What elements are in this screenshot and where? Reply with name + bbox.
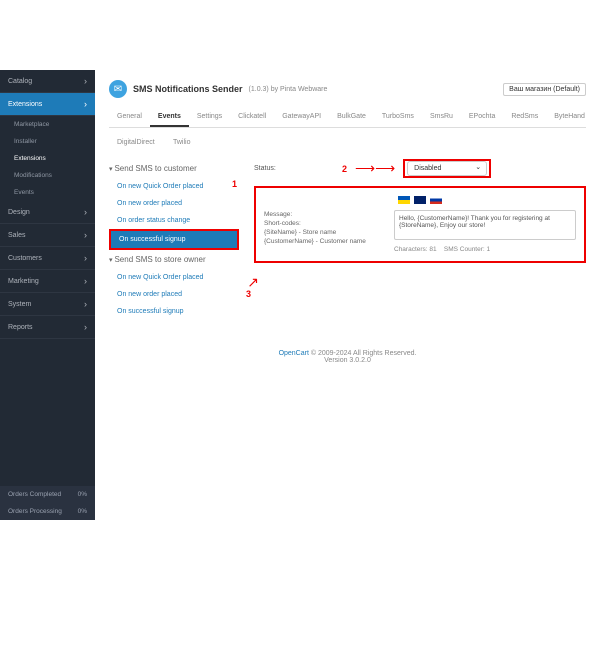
tab-general[interactable]: General	[109, 108, 150, 127]
footer-link[interactable]: OpenCart	[279, 350, 309, 357]
nav-reports[interactable]: Reports	[0, 316, 95, 339]
event-customer-quickorder[interactable]: On new Quick Order placed	[109, 178, 239, 195]
nav-design[interactable]: Design	[0, 201, 95, 224]
main-panel: ✉ SMS Notifications Sender (1.0.3) by Pi…	[95, 70, 600, 520]
page-subtitle: (1.0.3) by Pinta Webware	[249, 86, 328, 93]
char-count: Characters: 81	[394, 246, 437, 253]
tab-inteltele[interactable]: IntelTele	[593, 108, 600, 127]
sms-count: SMS Counter: 1	[444, 246, 490, 253]
nav-system[interactable]: System	[0, 293, 95, 316]
message-input[interactable]	[394, 210, 576, 240]
event-owner-quickorder[interactable]: On new Quick Order placed	[109, 269, 239, 286]
nav-installer[interactable]: Installer	[0, 133, 95, 150]
footer-version: Version 3.0.2.0	[109, 357, 586, 364]
nav-sub-extensions[interactable]: Extensions	[0, 150, 95, 167]
status-select[interactable]: Disabled	[407, 161, 487, 176]
sidebar: Catalog Extensions Marketplace Installer…	[0, 70, 95, 520]
app-logo-icon: ✉	[109, 80, 127, 98]
tab-epochta[interactable]: EPochta	[461, 108, 503, 127]
tab-digitaldirect[interactable]: DigitalDirect	[109, 136, 163, 149]
store-selector[interactable]: Ваш магазин (Default)	[503, 83, 586, 96]
nav-marketplace[interactable]: Marketplace	[0, 116, 95, 133]
page-title: SMS Notifications Sender	[133, 84, 243, 94]
message-label: Message:	[264, 210, 384, 219]
tab-turbosms[interactable]: TurboSms	[374, 108, 422, 127]
tab-gatewayapi[interactable]: GatewayAPI	[274, 108, 329, 127]
nav-extensions[interactable]: Extensions	[0, 93, 95, 116]
event-customer-neworder[interactable]: On new order placed	[109, 195, 239, 212]
tabs: General Events Settings Clickatell Gatew…	[109, 108, 586, 128]
tab-smsru[interactable]: SmsRu	[422, 108, 461, 127]
shortcodes-label: Short-codes:	[264, 219, 384, 228]
event-customer-status[interactable]: On order status change	[109, 212, 239, 229]
message-box: Message: Short-codes: {SiteName} - Store…	[254, 186, 586, 263]
event-customer-signup[interactable]: On successful signup	[109, 229, 239, 250]
tab-bytehand[interactable]: ByteHand	[546, 108, 593, 127]
footer-copy: © 2009-2024 All Rights Reserved.	[311, 350, 417, 357]
section-customer[interactable]: Send SMS to customer	[109, 159, 239, 178]
nav-marketing[interactable]: Marketing	[0, 270, 95, 293]
tab-bulkgate[interactable]: BulkGate	[329, 108, 374, 127]
tab-twilio[interactable]: Twilio	[165, 136, 199, 149]
stat-completed: Orders Completed0%	[0, 486, 95, 503]
nav-catalog[interactable]: Catalog	[0, 70, 95, 93]
flag-ru-icon[interactable]	[430, 196, 442, 204]
status-label: Status:	[254, 165, 334, 172]
tab-settings[interactable]: Settings	[189, 108, 230, 127]
nav-sales[interactable]: Sales	[0, 224, 95, 247]
shortcodes-list: {SiteName} - Store name {CustomerName} -…	[264, 228, 384, 246]
section-owner[interactable]: Send SMS to store owner	[109, 250, 239, 269]
nav-events[interactable]: Events	[0, 184, 95, 201]
stat-processing: Orders Processing0%	[0, 503, 95, 520]
annotation-1: 1	[232, 179, 237, 189]
flag-ua-icon[interactable]	[398, 196, 410, 204]
flag-en-icon[interactable]	[414, 196, 426, 204]
event-owner-signup[interactable]: On successful signup	[109, 303, 239, 320]
event-owner-neworder[interactable]: On new order placed	[109, 286, 239, 303]
annotation-2: 2	[342, 164, 347, 174]
tab-events[interactable]: Events	[150, 108, 189, 127]
footer: OpenCart © 2009-2024 All Rights Reserved…	[109, 350, 586, 364]
nav-modifications[interactable]: Modifications	[0, 167, 95, 184]
nav-customers[interactable]: Customers	[0, 247, 95, 270]
tab-clickatell[interactable]: Clickatell	[230, 108, 274, 127]
arrow-right-icon: ⟶⟶	[355, 165, 395, 172]
tab-redsms[interactable]: RedSms	[503, 108, 546, 127]
